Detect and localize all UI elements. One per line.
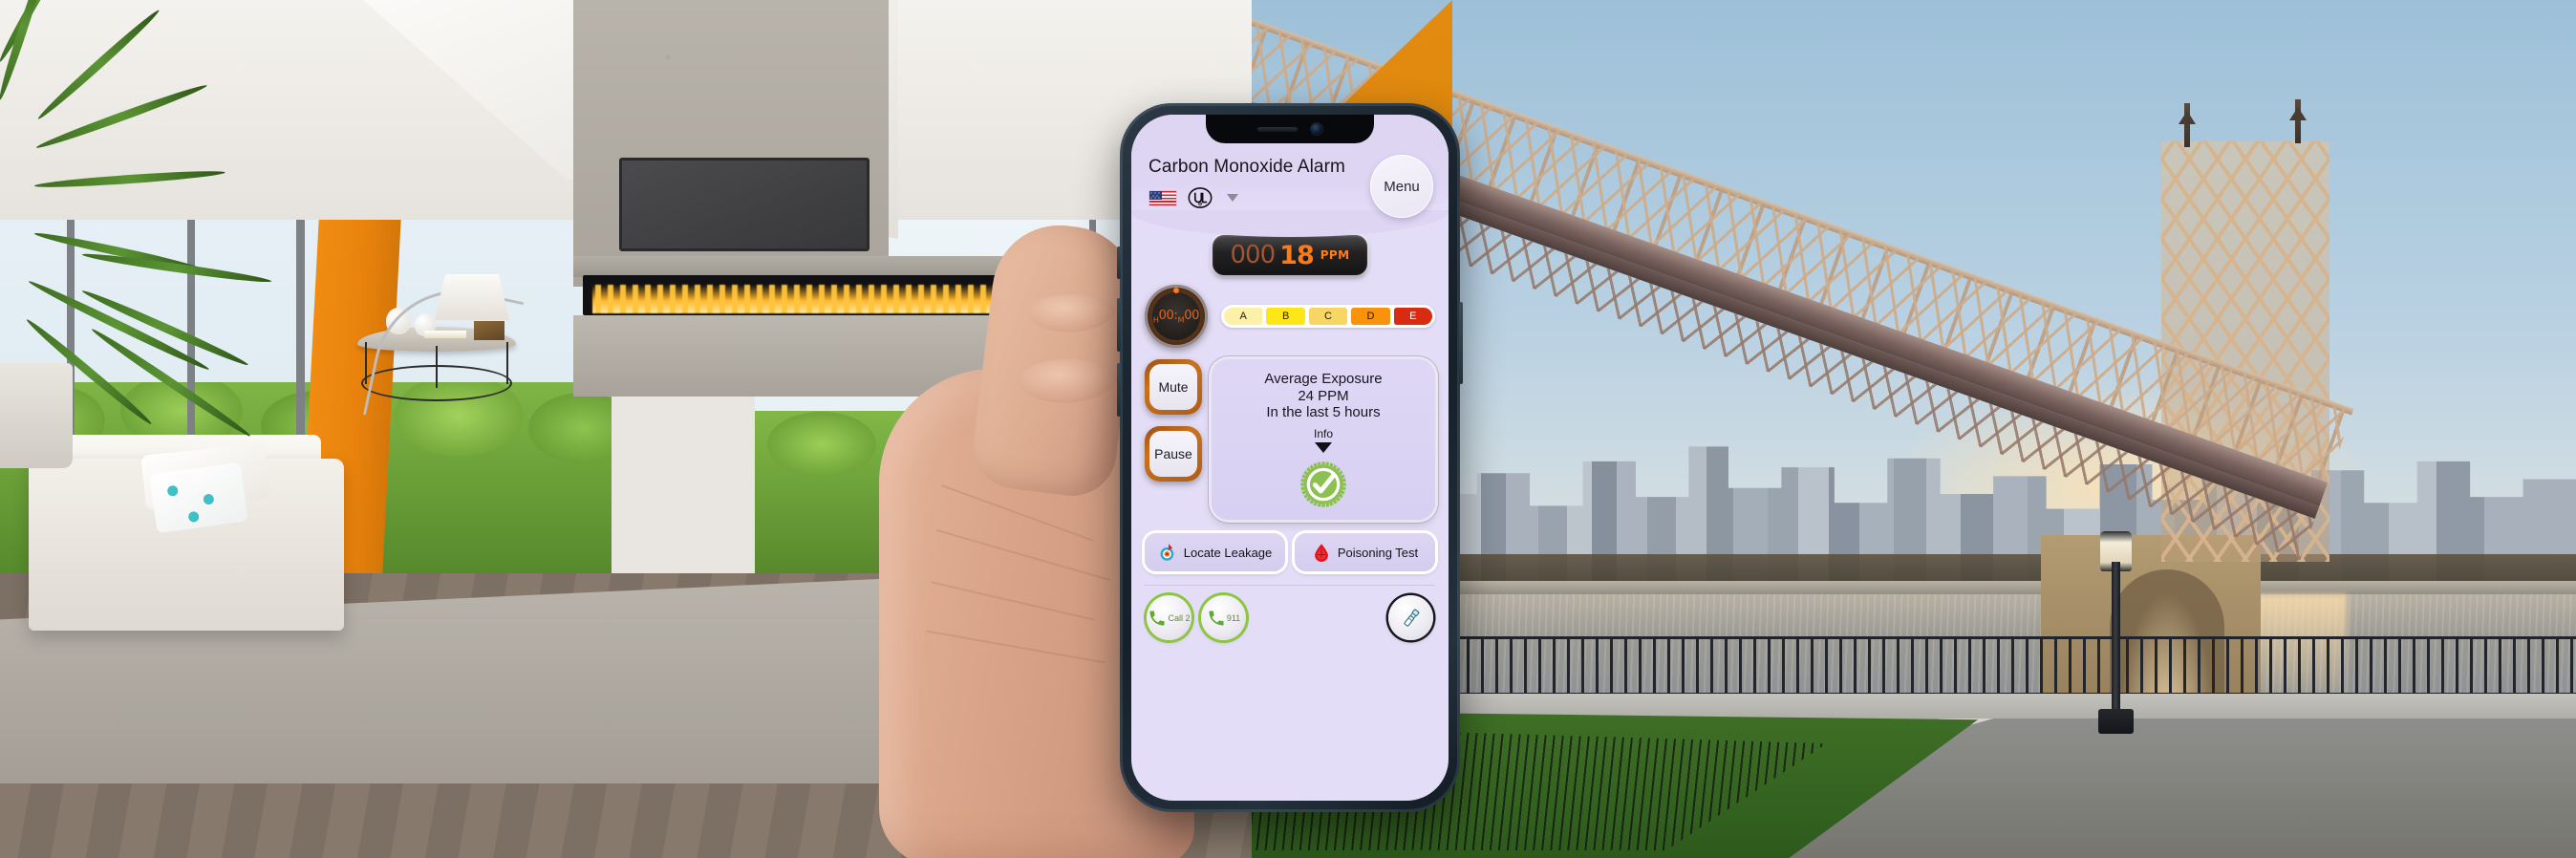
scale-segment-b[interactable]: B	[1266, 308, 1305, 325]
scale-segment-a[interactable]: A	[1224, 308, 1263, 325]
main-content-area: Mute Pause Average Exposure 24 PPM In th…	[1131, 348, 1449, 521]
scale-segment-d[interactable]: D	[1351, 308, 1390, 325]
earpiece-speaker-icon	[1257, 126, 1298, 132]
timer-face: H00:M00	[1152, 292, 1200, 340]
menu-button[interactable]: Menu	[1370, 155, 1433, 218]
target-bullseye-icon	[1160, 544, 1173, 561]
mute-button[interactable]: Mute	[1145, 359, 1202, 415]
pause-button-label: Pause	[1149, 431, 1197, 477]
screenshot-stage: Carbon Monoxide Alarm R Menu 000 18 PPM …	[0, 0, 2576, 858]
blood-drop-icon	[1314, 544, 1328, 563]
pause-button[interactable]: Pause	[1145, 426, 1202, 482]
call-button-911[interactable]: 911	[1201, 595, 1246, 641]
info-caret-down-icon[interactable]	[1315, 442, 1332, 454]
call-button-2-label: Call 2	[1168, 612, 1191, 623]
us-flag-icon	[1148, 189, 1177, 206]
mute-switch[interactable]	[1117, 247, 1121, 279]
flashlight-icon	[1404, 608, 1419, 627]
ppm-leading-zeros: 000	[1230, 241, 1277, 269]
smartphone: Carbon Monoxide Alarm R Menu 000 18 PPM …	[1117, 103, 1463, 812]
ul-certification-icon: R	[1188, 187, 1213, 208]
info-label[interactable]: Info	[1314, 427, 1333, 440]
chevron-down-icon[interactable]	[1227, 194, 1238, 202]
phone-icon	[1149, 611, 1166, 626]
ppm-unit-label: PPM	[1320, 248, 1350, 262]
scale-segment-e[interactable]: E	[1393, 308, 1433, 325]
lamppost-base	[2098, 709, 2134, 734]
floor-lamp-shade	[435, 274, 509, 320]
control-column: Mute Pause	[1145, 359, 1202, 520]
exposure-period: In the last 5 hours	[1266, 404, 1381, 421]
carbon-monoxide-alarm-app: Carbon Monoxide Alarm R Menu 000 18 PPM …	[1131, 115, 1449, 801]
front-camera-icon	[1311, 123, 1322, 135]
call-button-2[interactable]: Call 2	[1147, 595, 1191, 641]
phone-screen: Carbon Monoxide Alarm R Menu 000 18 PPM …	[1131, 115, 1449, 801]
exposure-value: 24 PPM	[1298, 387, 1349, 404]
green-check-badge-icon	[1300, 461, 1346, 507]
ppm-value: 18	[1279, 240, 1315, 270]
volume-up-button[interactable]	[1117, 298, 1121, 352]
locate-leakage-button[interactable]: Locate Leakage	[1145, 533, 1285, 572]
timer-and-scale-row: H00:M00 A B C D E	[1131, 275, 1449, 348]
phone-notch	[1206, 115, 1374, 143]
average-exposure-card: Average Exposure 24 PPM In the last 5 ho…	[1212, 359, 1435, 521]
bottom-action-bar: Call 2 911	[1131, 586, 1449, 641]
power-button[interactable]	[1459, 302, 1463, 384]
tower-spire	[2295, 99, 2301, 143]
throw-pillow	[149, 461, 248, 534]
wall-tv	[619, 158, 869, 251]
exposure-heading: Average Exposure	[1264, 371, 1383, 387]
plant-pot	[0, 363, 73, 468]
phone-icon	[1209, 611, 1224, 626]
poisoning-test-label: Poisoning Test	[1337, 545, 1419, 560]
knuckle	[1019, 359, 1118, 403]
call-button-911-label: 911	[1226, 612, 1241, 623]
knuckle	[1028, 294, 1116, 332]
ppm-display: 000 18 PPM	[1213, 235, 1367, 275]
volume-down-button[interactable]	[1117, 363, 1121, 417]
flag-canton	[1149, 190, 1162, 200]
scale-segment-c[interactable]: C	[1308, 308, 1348, 325]
locate-leakage-label: Locate Leakage	[1183, 545, 1273, 560]
lamppost-pole	[2112, 562, 2120, 732]
timer-indicator-dot	[1173, 288, 1179, 293]
tower-spire	[2184, 103, 2190, 147]
poisoning-test-button[interactable]: Poisoning Test	[1295, 533, 1435, 572]
hazard-scale-bar[interactable]: A B C D E	[1221, 305, 1435, 328]
mute-button-label: Mute	[1149, 364, 1197, 410]
timer-knob[interactable]: H00:M00	[1145, 285, 1208, 348]
action-button-row: Locate Leakage Poisoning Test	[1131, 520, 1449, 572]
timer-readout: H00:M00	[1152, 308, 1200, 325]
ppm-display-wrap: 000 18 PPM	[1131, 235, 1449, 275]
flashlight-button[interactable]	[1388, 595, 1433, 641]
